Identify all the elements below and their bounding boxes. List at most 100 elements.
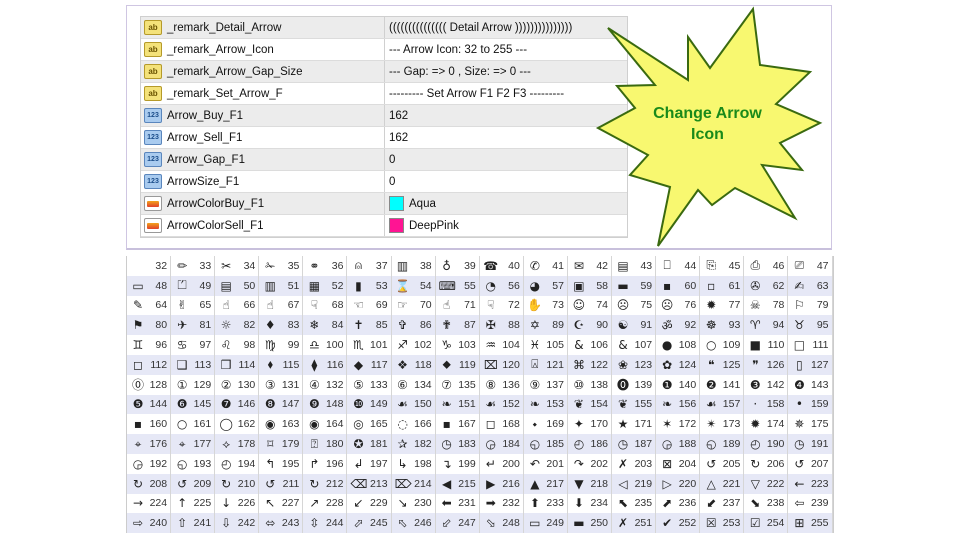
- wingding-glyph-icon: □: [793, 338, 806, 353]
- icon-cell: ★ 171: [612, 414, 657, 435]
- icon-code: 130: [237, 378, 256, 391]
- icon-code: 214: [414, 477, 432, 490]
- icon-code: 65: [199, 299, 212, 312]
- icon-code: 87: [464, 319, 476, 332]
- wingding-glyph-icon: ◕: [529, 278, 541, 293]
- icon-code: 217: [546, 477, 564, 490]
- icon-cell: ⚭ 36: [303, 256, 348, 276]
- icon-code: 154: [590, 398, 609, 411]
- icon-code: 99: [287, 339, 300, 352]
- wingding-glyph-icon: ⬃: [441, 516, 452, 531]
- icon-table-row: ▪ 160 ○ 161 ◯ 162 ◉ 163 ◉ 164 ◎ 165 ◌ 166 ▪ 167 ◻ 168 ⬩ 169…: [127, 414, 833, 435]
- icon-code: 176: [149, 438, 168, 451]
- icon-code: 37: [375, 259, 388, 272]
- icon-code: 241: [193, 517, 212, 530]
- wingding-glyph-icon: ○: [176, 417, 188, 432]
- wingding-glyph-icon: ⌑: [267, 437, 274, 452]
- icon-code: 68: [331, 299, 344, 312]
- wingding-glyph-icon: ◁: [618, 476, 628, 491]
- icon-cell: ② 130: [215, 374, 260, 395]
- icon-code: 248: [502, 517, 520, 530]
- icon-code: 53: [375, 279, 388, 292]
- wingding-glyph-icon: ↻: [309, 476, 320, 491]
- wingding-glyph-icon: ◻: [485, 417, 496, 432]
- icon-cell: ▬ 250: [568, 513, 613, 534]
- icon-cell: ⬁ 246: [392, 513, 436, 534]
- icon-code: 115: [282, 358, 300, 371]
- icon-cell: ☸ 93: [700, 315, 745, 336]
- wingding-glyph-icon: ☠: [749, 298, 761, 313]
- icon-cell: ⑤ 133: [347, 374, 392, 395]
- icon-code: 196: [325, 457, 344, 470]
- icon-code: 211: [282, 477, 300, 490]
- icon-cell: ✿ 124: [656, 354, 701, 375]
- icon-cell: ♑ 103: [436, 335, 480, 355]
- icon-table-row: ◶ 192 ◵ 193 ◴ 194 ↰ 195 ↱ 196 ↲ 197 ↳ 198 ↴ 199 ↵ 200 ↶ 201…: [127, 453, 833, 474]
- wingding-glyph-icon: ·: [753, 397, 758, 412]
- icon-code: 166: [414, 418, 432, 431]
- icon-cell: ⬋ 237: [700, 493, 745, 514]
- wingding-glyph-icon: ✵: [794, 417, 805, 432]
- icon-code: 78: [772, 299, 785, 312]
- icon-code: 132: [325, 378, 344, 391]
- icon-cell: · 158: [744, 394, 789, 415]
- icon-code: 124: [678, 358, 697, 371]
- callout-line-1: Change Arrow: [653, 105, 762, 122]
- wingding-glyph-icon: ✹: [750, 417, 761, 432]
- wingding-glyph-icon: ⓪: [131, 378, 144, 393]
- wingding-glyph-icon: ❀: [618, 357, 629, 372]
- icon-code: 93: [728, 319, 741, 332]
- icon-cell: ⇨ 240: [127, 513, 172, 534]
- icon-code: 220: [678, 477, 697, 490]
- wingding-glyph-icon: ❖: [397, 357, 408, 372]
- icon-cell: ⑨ 137: [524, 374, 568, 395]
- icon-cell: ⧫ 116: [303, 354, 348, 375]
- wingding-glyph-icon: ①: [176, 377, 188, 392]
- icon-cell: ☜ 69: [347, 295, 392, 316]
- icon-table-row: ⇨ 240 ⇧ 241 ⇩ 242 ⬄ 243 ⇳ 244 ⬀ 245 ⬁ 246 ⬃ 247 ⬂ 248 ▭ 249…: [127, 513, 833, 534]
- icon-cell: • 159: [788, 394, 833, 415]
- wingding-glyph-icon: ☝: [222, 298, 230, 313]
- icon-cell: ❒ 114: [215, 354, 260, 375]
- icon-cell: ↻ 210: [215, 473, 260, 494]
- callout-text: Change Arrow Icon: [630, 103, 785, 145]
- wingding-glyph-icon: ✴: [706, 417, 717, 432]
- icon-cell: ❝ 125: [700, 354, 745, 375]
- icon-cell: ➡ 232: [480, 493, 524, 514]
- wingding-glyph-icon: ⟡: [222, 436, 231, 451]
- icon-code: 255: [810, 517, 829, 530]
- icon-cell: ☝ 67: [259, 295, 304, 316]
- icon-code: 119: [459, 358, 476, 371]
- icon-code: 92: [684, 319, 697, 332]
- icon-table-row: ❺ 144 ❻ 145 ❼ 146 ❽ 147 ❾ 148 ❿ 149 ☙ 150 ❧ 151 ☙ 152 ❧ 153…: [127, 394, 833, 415]
- icon-cell: ✂ 34: [215, 256, 260, 276]
- wingding-glyph-icon: ✿: [662, 357, 673, 372]
- wingding-glyph-icon: ▼: [574, 476, 584, 491]
- icon-cell: ↖ 227: [259, 493, 304, 514]
- icon-cell: ❖ 118: [392, 354, 436, 375]
- icon-cell: ✝ 85: [347, 315, 392, 336]
- icon-code: 70: [419, 299, 432, 312]
- icon-cell: ◕ 57: [524, 275, 568, 296]
- icon-cell: ♌ 98: [215, 335, 260, 355]
- wingding-glyph-icon: &: [618, 338, 628, 353]
- icon-code: 64: [155, 299, 168, 312]
- wingding-glyph-icon: ॐ: [661, 318, 673, 333]
- icon-code: 38: [419, 259, 432, 272]
- wingding-glyph-icon: ⌧: [483, 357, 498, 372]
- wingding-glyph-icon: ☼: [220, 318, 232, 333]
- wingding-glyph-icon: ☸: [705, 318, 717, 333]
- icon-code: 49: [199, 279, 212, 292]
- wingding-glyph-icon: ❑: [176, 357, 188, 372]
- wingding-glyph-icon: ●: [661, 338, 673, 353]
- icon-code: 140: [678, 378, 697, 391]
- icon-cell: ↓ 226: [215, 493, 260, 514]
- icon-cell: ← 223: [788, 473, 833, 494]
- icon-cell: ✦ 170: [568, 414, 613, 435]
- wingding-glyph-icon: ✪: [353, 437, 364, 452]
- icon-cell: ❀ 123: [612, 354, 657, 375]
- icon-cell: ✰ 182: [392, 434, 436, 454]
- wingding-glyph-icon: ✉: [573, 258, 584, 273]
- wingding-glyph-icon: ⌖: [178, 436, 186, 451]
- icon-code: 221: [722, 477, 741, 490]
